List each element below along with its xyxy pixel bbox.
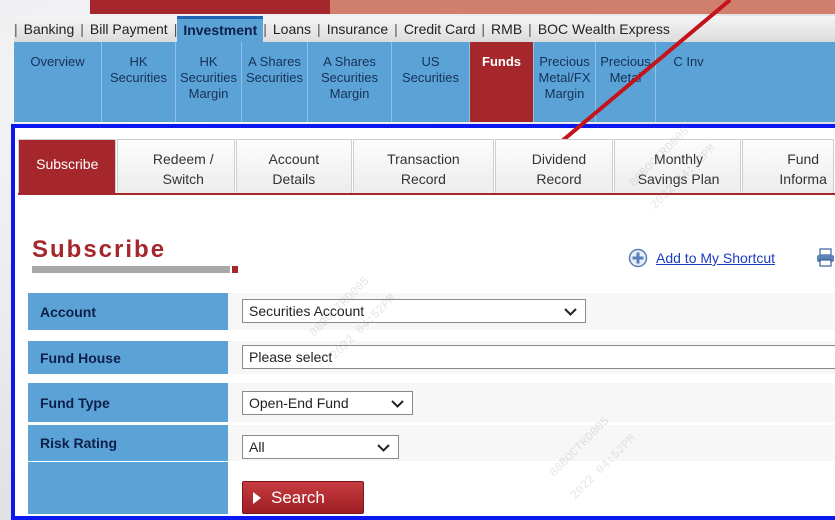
page-title: Subscribe bbox=[32, 236, 167, 263]
chevron-down-icon bbox=[391, 400, 404, 408]
form-row-fund-house: Fund House Please select bbox=[28, 341, 835, 375]
brand-stripe-highlight bbox=[330, 0, 835, 14]
form-label-spacer bbox=[28, 462, 228, 514]
tab-redeem-switch[interactable]: Redeem / Switch bbox=[117, 139, 236, 193]
add-shortcut[interactable]: Add to My Shortcut bbox=[628, 248, 775, 268]
sub-nav-hk-securities[interactable]: HK Securities bbox=[102, 42, 176, 122]
fund-type-label: Fund Type bbox=[28, 383, 228, 423]
top-nav-rmb[interactable]: RMB bbox=[485, 16, 528, 42]
form-row-account: Account Securities Account bbox=[28, 293, 835, 331]
top-nav-banking[interactable]: Banking bbox=[18, 16, 81, 42]
tab-subscribe[interactable]: Subscribe bbox=[18, 139, 117, 193]
tab-account-details[interactable]: Account Details bbox=[236, 139, 352, 193]
account-select-value: Securities Account bbox=[249, 303, 365, 319]
search-button-label: Search bbox=[271, 487, 325, 507]
chevron-down-icon bbox=[377, 444, 390, 452]
play-icon bbox=[253, 491, 261, 504]
tab-underline bbox=[18, 193, 835, 195]
print-icon[interactable] bbox=[816, 247, 835, 267]
fund-type-select[interactable]: Open-End Fund bbox=[242, 391, 413, 415]
top-nav-investment[interactable]: Investment bbox=[177, 16, 264, 42]
top-nav-credit-card[interactable]: Credit Card bbox=[398, 16, 482, 42]
search-button[interactable]: Search bbox=[242, 481, 364, 514]
form-row-risk-rating: Risk Rating All bbox=[28, 425, 835, 462]
title-underline-accent bbox=[232, 266, 238, 273]
add-shortcut-icon bbox=[628, 248, 648, 268]
top-nav-bill-payment[interactable]: Bill Payment bbox=[84, 16, 174, 42]
tab-bar: Subscribe Redeem / Switch Account Detail… bbox=[18, 139, 835, 193]
form-row-fund-type: Fund Type Open-End Fund bbox=[28, 383, 835, 423]
sub-nav: Overview HK Securities HK Securities Mar… bbox=[14, 42, 835, 122]
sub-nav-funds[interactable]: Funds bbox=[470, 42, 534, 122]
top-nav-loans[interactable]: Loans bbox=[267, 16, 317, 42]
sub-nav-precious-metal-fx-margin[interactable]: Precious Metal/FX Margin bbox=[534, 42, 596, 122]
sub-nav-us-securities[interactable]: US Securities bbox=[392, 42, 470, 122]
fund-house-select[interactable]: Please select bbox=[242, 345, 835, 369]
tab-dividend-record[interactable]: Dividend Record bbox=[495, 139, 613, 193]
account-select[interactable]: Securities Account bbox=[242, 299, 586, 323]
account-label: Account bbox=[28, 293, 228, 331]
tab-fund-information[interactable]: Fund Informa bbox=[742, 139, 834, 193]
sub-nav-a-shares-securities-margin[interactable]: A Shares Securities Margin bbox=[308, 42, 392, 122]
account-value-cell: Securities Account bbox=[228, 293, 835, 331]
top-nav-boc-wealth-express[interactable]: BOC Wealth Express bbox=[532, 16, 676, 42]
fund-house-label: Fund House bbox=[28, 341, 228, 375]
title-underline bbox=[32, 266, 230, 273]
fund-type-select-value: Open-End Fund bbox=[249, 395, 349, 411]
add-shortcut-link[interactable]: Add to My Shortcut bbox=[656, 250, 775, 266]
chevron-down-icon bbox=[564, 308, 577, 316]
top-nav: | Banking | Bill Payment | Investment | … bbox=[14, 16, 835, 42]
sub-nav-overview[interactable]: Overview bbox=[14, 42, 102, 122]
fund-house-select-value: Please select bbox=[249, 349, 333, 365]
sub-nav-precious-metal[interactable]: Precious Metal bbox=[596, 42, 656, 122]
risk-rating-value-cell: All bbox=[228, 425, 835, 462]
risk-rating-select[interactable]: All bbox=[242, 435, 399, 459]
fund-house-value-cell: Please select bbox=[228, 341, 835, 375]
risk-rating-select-value: All bbox=[249, 439, 265, 455]
tab-monthly-savings-plan[interactable]: Monthly Savings Plan bbox=[613, 139, 742, 193]
fund-type-value-cell: Open-End Fund bbox=[228, 383, 835, 423]
tab-transaction-record[interactable]: Transaction Record bbox=[352, 139, 495, 193]
sub-nav-hk-securities-margin[interactable]: HK Securities Margin bbox=[176, 42, 242, 122]
top-nav-insurance[interactable]: Insurance bbox=[321, 16, 394, 42]
risk-rating-label: Risk Rating bbox=[28, 425, 228, 462]
sub-nav-cinv[interactable]: C Inv bbox=[656, 42, 721, 122]
sub-nav-a-shares-securities[interactable]: A Shares Securities bbox=[242, 42, 308, 122]
